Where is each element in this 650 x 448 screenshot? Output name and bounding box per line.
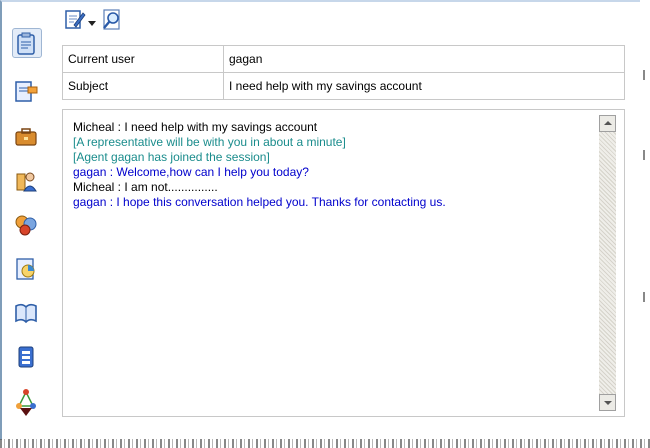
chat-transcript[interactable]: Micheal : I need help with my savings ac… — [62, 109, 625, 417]
chat-message-system: [Agent gagan has joined the session] — [73, 150, 270, 164]
window-edge — [640, 0, 650, 448]
chat-message-system: [A representative will be with you in ab… — [73, 135, 346, 149]
chat-message-customer: Micheal : I am not............... — [73, 180, 218, 194]
edit-icon[interactable] — [64, 8, 86, 33]
document-stack-icon[interactable] — [13, 344, 39, 370]
edge-mark — [643, 70, 645, 80]
dropdown-arrow-icon[interactable] — [88, 17, 96, 30]
more-down-arrow-icon[interactable] — [13, 406, 39, 418]
chat-message-agent: gagan : I hope this conversation helped … — [73, 195, 446, 209]
subject-row: Subject I need help with my savings acco… — [62, 72, 625, 100]
bottom-edge — [0, 439, 650, 448]
edge-mark — [643, 292, 645, 302]
chat-message-customer: Micheal : I need help with my savings ac… — [73, 120, 318, 134]
search-document-icon[interactable] — [100, 8, 124, 35]
users-icon[interactable] — [13, 168, 39, 194]
chat-message-agent: gagan : Welcome,how can I help you today… — [73, 165, 309, 179]
subject-label: Subject — [62, 72, 224, 100]
chevron-down-icon — [604, 401, 612, 405]
sidebar — [4, 26, 50, 426]
current-user-value: gagan — [223, 45, 625, 73]
vertical-scrollbar[interactable] — [599, 115, 616, 411]
group-icon[interactable] — [13, 212, 39, 238]
briefcase-icon[interactable] — [13, 124, 39, 150]
scroll-down-button[interactable] — [599, 394, 616, 411]
top-toolbar — [64, 8, 164, 34]
subject-value: I need help with my savings account — [223, 72, 625, 100]
book-icon[interactable] — [13, 300, 39, 326]
clipboard-icon[interactable] — [13, 31, 39, 57]
chevron-up-icon — [604, 121, 612, 125]
edit-document-icon[interactable] — [13, 78, 39, 104]
message-list: Micheal : I need help with my savings ac… — [73, 120, 593, 210]
report-chart-icon[interactable] — [13, 256, 39, 282]
scroll-track[interactable] — [599, 132, 616, 394]
scroll-up-button[interactable] — [599, 115, 616, 132]
current-user-row: Current user gagan — [62, 45, 625, 73]
current-user-label: Current user — [62, 45, 224, 73]
session-info-table: Current user gagan Subject I need help w… — [62, 45, 625, 100]
edge-mark — [643, 150, 645, 160]
